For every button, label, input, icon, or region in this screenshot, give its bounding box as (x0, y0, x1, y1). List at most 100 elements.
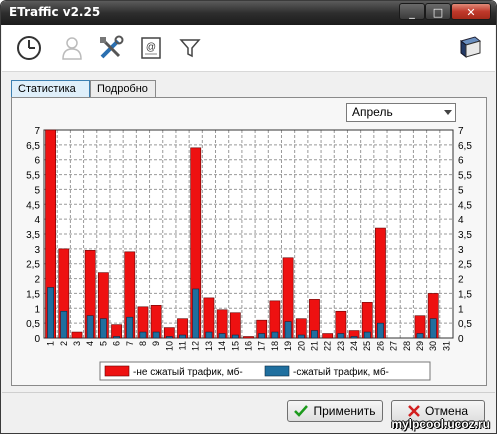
traffic-chart: 0 00,5 0,51 11,5 1,52 22,5 2,53 33,5 3,54 44,5 4,5… (26, 126, 472, 381)
y-tick-label-left: 7 (34, 126, 40, 137)
y-tick-label-right: 5,5 (458, 171, 472, 182)
y-tick-label-right: 7 (458, 126, 464, 137)
x-tick-label: 17 (257, 341, 267, 351)
y-tick-label-right: 6,5 (458, 141, 472, 152)
bar-compressed (271, 331, 279, 339)
bar-compressed (231, 334, 239, 339)
x-tick-label: 14 (217, 341, 227, 351)
bar-compressed (152, 331, 160, 339)
x-tick-label: 27 (389, 341, 399, 351)
close-button[interactable]: ✕ (451, 3, 491, 20)
y-tick-label-left: 1,5 (26, 289, 40, 300)
bar-compressed (139, 331, 147, 339)
bar-compressed (126, 316, 134, 339)
user-icon[interactable] (57, 33, 87, 63)
x-tick-label: 16 (244, 341, 254, 351)
bar-uncompressed (322, 333, 334, 339)
y-tick-label-left: 6 (34, 156, 40, 167)
tab-details[interactable]: Подробно (90, 80, 156, 98)
bar-compressed (179, 334, 186, 339)
x-tick-label: 22 (323, 341, 333, 351)
legend-swatch-compressed (264, 365, 290, 377)
y-tick-label-right: 4,5 (458, 200, 472, 211)
y-tick-label-right: 6 (458, 156, 464, 167)
y-tick-label-left: 0,5 (26, 319, 40, 330)
bar-compressed (350, 336, 358, 339)
window-title: ETraffic v2.25 (9, 5, 101, 19)
y-tick-label-right: 3,5 (458, 230, 472, 241)
legend-label-compressed: -сжатый трафик, мб- (293, 366, 389, 378)
bar-compressed (192, 288, 200, 339)
x-tick-label: 5 (98, 341, 108, 346)
y-tick-label-right: 0,5 (458, 319, 472, 330)
x-tick-label: 26 (375, 341, 385, 351)
x-tick-label: 13 (204, 341, 214, 351)
x-tick-label: 10 (164, 341, 174, 351)
footer-divider (2, 392, 495, 393)
email-icon[interactable]: @ (136, 33, 166, 63)
x-tick-label: 11 (178, 341, 188, 350)
cancel-label: Отмена (424, 404, 469, 418)
y-tick-label-right: 1 (458, 304, 464, 315)
statistics-panel: Апрель 0 0 0,5 0,5 1 1 1,5 1,5 2 2 2,5 2,5 3 3 3,5 3,5 4… (11, 97, 487, 386)
bar-uncompressed (229, 312, 241, 339)
x-tick-label: 12 (191, 341, 201, 351)
bar-compressed (205, 331, 213, 339)
toolbar: @ (2, 25, 495, 72)
x-tick-label: 23 (336, 341, 346, 351)
y-tick-label-left: 1 (34, 304, 40, 315)
cross-icon (408, 405, 420, 417)
x-tick-label: 28 (402, 341, 412, 351)
bar-compressed (311, 330, 318, 339)
book-icon[interactable] (455, 33, 485, 63)
bar-compressed (416, 333, 424, 339)
x-tick-label: 7 (125, 341, 135, 346)
bar-uncompressed (71, 331, 83, 339)
y-tick-label-left: 0 (34, 334, 40, 345)
watermark: mylpcool.ucoz.ru (391, 417, 490, 431)
clock-icon[interactable] (14, 33, 44, 63)
apply-button[interactable]: Применить (287, 400, 383, 422)
legend-swatch-uncompressed (104, 365, 130, 377)
x-tick-label: 30 (428, 341, 438, 351)
bar-compressed (377, 322, 384, 339)
bar-compressed (165, 336, 173, 339)
y-tick-label-left: 5,5 (26, 171, 40, 182)
y-tick-label-left: 2,5 (26, 260, 40, 271)
minimize-button[interactable]: _ (399, 3, 425, 20)
y-tick-label-right: 1,5 (458, 289, 472, 300)
y-tick-label-right: 3 (458, 245, 464, 256)
maximize-button[interactable]: □ (425, 3, 451, 20)
y-tick-label-right: 4 (458, 215, 464, 226)
bar-compressed (284, 321, 292, 339)
title-bar[interactable]: ETraffic v2.25 _ □ ✕ (1, 1, 496, 25)
bar-compressed (363, 331, 371, 339)
x-tick-label: 9 (151, 341, 161, 346)
bar-compressed (113, 336, 120, 339)
x-tick-label: 6 (112, 341, 122, 346)
x-tick-label: 4 (85, 341, 95, 346)
y-tick-label-left: 6,5 (26, 141, 40, 152)
x-tick-label: 19 (283, 341, 293, 351)
apply-label: Применить (313, 404, 376, 418)
filter-icon[interactable] (175, 33, 205, 63)
tools-icon[interactable] (96, 33, 126, 63)
x-tick-label: 2 (59, 341, 69, 346)
x-tick-label: 3 (72, 341, 82, 346)
y-tick-label-left: 3 (34, 245, 40, 256)
x-tick-label: 21 (309, 341, 319, 351)
x-tick-label: 25 (362, 341, 372, 351)
legend-label-uncompressed: -не сжатый трафик, мб- (133, 366, 243, 378)
x-tick-label: 24 (349, 341, 359, 351)
bar-compressed (60, 310, 68, 339)
x-tick-label: 8 (138, 341, 148, 346)
bar-uncompressed (243, 336, 254, 339)
y-tick-label-right: 2,5 (458, 260, 472, 271)
y-tick-label-right: 2 (458, 275, 464, 286)
bar-uncompressed (111, 324, 122, 339)
y-tick-label-left: 5 (34, 185, 40, 196)
x-tick-label: 15 (230, 341, 240, 351)
bar-compressed (258, 333, 266, 339)
y-tick-label-right: 0 (458, 334, 464, 345)
y-tick-label-left: 3,5 (26, 230, 40, 241)
